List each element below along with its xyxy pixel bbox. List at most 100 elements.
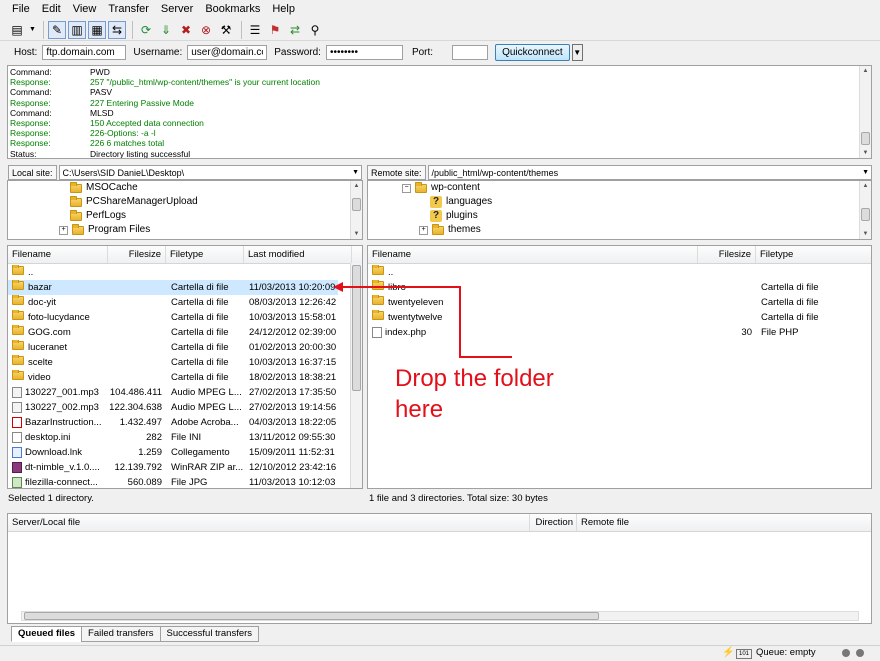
log-kind: Command: <box>10 107 52 118</box>
column-filename[interactable]: Filename <box>8 246 108 263</box>
queue-horizontal-scrollbar[interactable] <box>21 611 859 621</box>
menu-edit[interactable]: Edit <box>36 0 67 19</box>
tree-item[interactable]: ? plugins <box>430 209 478 223</box>
toggle-remote-tree-icon[interactable]: ▦ <box>88 20 106 39</box>
password-input[interactable] <box>325 44 403 60</box>
speed-limit-icon[interactable]: ⚡ <box>722 647 734 658</box>
tree-item[interactable]: MSOCache <box>70 181 138 195</box>
local-list-scrollbar[interactable] <box>350 263 362 488</box>
tree-item[interactable]: PerfLogs <box>70 209 126 223</box>
table-row[interactable]: twentyeleven Cartella di file <box>368 295 871 310</box>
log-scrollbar[interactable]: ▲ ▼ <box>859 66 871 158</box>
column-filetype[interactable]: Filetype <box>756 246 871 263</box>
column-remote-file[interactable]: Remote file <box>577 514 873 531</box>
menu-file[interactable]: File <box>0 0 36 19</box>
site-manager-icon[interactable]: ▤ <box>8 21 26 39</box>
toggle-local-tree-icon[interactable]: ▥ <box>68 20 86 39</box>
expand-icon[interactable]: + <box>59 225 68 235</box>
toggle-queue-icon[interactable]: ⇆ <box>108 20 126 39</box>
scroll-thumb[interactable] <box>352 265 361 391</box>
scroll-down-icon[interactable]: ▼ <box>351 229 362 239</box>
scroll-down-icon[interactable]: ▼ <box>860 148 871 158</box>
table-row[interactable]: BazarInstruction... 1.432.497 Adobe Acroba… <box>8 415 338 430</box>
menu-bookmarks[interactable]: Bookmarks <box>199 0 266 19</box>
compare-icon[interactable]: ⚑ <box>266 21 284 39</box>
column-server-local-file[interactable]: Server/Local file <box>8 514 530 531</box>
menu-transfer[interactable]: Transfer <box>102 0 155 19</box>
expand-icon[interactable]: + <box>419 225 428 235</box>
cell-filetype: Cartella di file <box>171 312 229 323</box>
collapse-icon[interactable]: − <box>402 183 411 193</box>
menu-server[interactable]: Server <box>155 0 199 19</box>
tree-item[interactable]: + themes <box>419 223 481 237</box>
table-row[interactable]: foto-lucydance Cartella di file 10/03/2013… <box>8 310 338 325</box>
table-row[interactable]: luceranet Cartella di file 01/02/2013 20:0… <box>8 340 338 355</box>
scroll-thumb[interactable] <box>861 208 870 221</box>
table-row[interactable]: .. <box>8 265 338 280</box>
process-queue-icon[interactable]: ⇓ <box>157 21 175 39</box>
tree-item[interactable]: + Program Files <box>59 223 150 237</box>
disconnect-icon[interactable]: ⊗ <box>197 21 215 39</box>
tab-failed-transfers[interactable]: Failed transfers <box>81 626 161 642</box>
table-row[interactable]: Download.lnk 1.259 Collegamento 15/09/2011 … <box>8 445 338 460</box>
tab-successful-transfers[interactable]: Successful transfers <box>159 626 260 642</box>
quickconnect-button[interactable]: Quickconnect <box>495 43 570 61</box>
tree-item[interactable]: − wp-content <box>402 181 480 195</box>
remote-path-input[interactable]: /public_html/wp-content/themes ▼ <box>427 165 872 180</box>
toggle-log-icon[interactable]: ✎ <box>48 20 66 39</box>
scroll-up-icon[interactable]: ▲ <box>860 66 871 76</box>
table-row[interactable]: .. <box>368 265 871 280</box>
scroll-up-icon[interactable]: ▲ <box>860 181 871 191</box>
table-row[interactable]: filezilla-connect... 560.089 File JPG 11/03… <box>8 475 338 488</box>
table-row[interactable]: scelte Cartella di file 10/03/2013 16:37:1… <box>8 355 338 370</box>
cancel-icon[interactable]: ✖ <box>177 21 195 39</box>
column-last-modified[interactable]: Last modified <box>244 246 352 263</box>
scroll-thumb[interactable] <box>24 612 599 620</box>
scroll-down-icon[interactable]: ▼ <box>860 229 871 239</box>
chevron-down-icon[interactable]: ▼ <box>352 166 359 180</box>
table-row[interactable]: index.php 30 File PHP <box>368 325 871 340</box>
port-input[interactable] <box>452 44 489 60</box>
table-row[interactable]: libro Cartella di file <box>368 280 871 295</box>
local-path-input[interactable]: C:\Users\SID DanieL\Desktop\ ▼ <box>58 165 362 180</box>
column-filetype[interactable]: Filetype <box>166 246 244 263</box>
menu-help[interactable]: Help <box>266 0 301 19</box>
menu-view[interactable]: View <box>67 0 103 19</box>
status-bar: ⚡ 101 Queue: empty <box>0 645 880 661</box>
tree-item[interactable]: ? languages <box>430 195 492 209</box>
table-row[interactable]: GOG.com Cartella di file 24/12/2012 02:39:… <box>8 325 338 340</box>
table-row[interactable]: 130227_001.mp3 104.486.411 Audio MPEG L...… <box>8 385 338 400</box>
username-input[interactable] <box>187 44 268 60</box>
dropdown-arrow-icon[interactable]: ▼ <box>28 21 37 39</box>
tree-item[interactable]: PCShareManagerUpload <box>70 195 198 209</box>
table-row[interactable]: dt-nimble_v.1.0.... 12.139.792 WinRAR ZIP … <box>8 460 338 475</box>
toolbar-separator <box>43 20 44 39</box>
tab-queued-files[interactable]: Queued files <box>11 626 83 642</box>
table-row[interactable]: doc-yit Cartella di file 08/03/2013 12:26:… <box>8 295 338 310</box>
scroll-up-icon[interactable]: ▲ <box>351 181 362 191</box>
table-row[interactable]: 130227_002.mp3 122.304.638 Audio MPEG L...… <box>8 400 338 415</box>
reconnect-icon[interactable]: ⚒ <box>217 21 235 39</box>
local-tree-scrollbar[interactable]: ▲ ▼ <box>350 181 362 239</box>
chevron-down-icon[interactable]: ▼ <box>862 166 869 180</box>
scroll-thumb[interactable] <box>352 198 361 211</box>
column-direction[interactable]: Direction <box>530 514 577 531</box>
cell-filename: filezilla-connect... <box>12 475 108 488</box>
sync-browse-icon[interactable]: ⇄ <box>286 21 304 39</box>
column-filesize[interactable]: Filesize <box>698 246 756 263</box>
table-row[interactable]: video Cartella di file 18/02/2013 18:38:21 <box>8 370 338 385</box>
quickconnect-dropdown-icon[interactable]: ▼ <box>571 43 583 61</box>
search-icon[interactable]: ⚲ <box>306 21 324 39</box>
host-input[interactable] <box>42 44 127 60</box>
table-row[interactable]: desktop.ini 282 File INI 13/11/2012 09:55:3… <box>8 430 338 445</box>
filter-icon[interactable]: ☰ <box>246 21 264 39</box>
column-filename[interactable]: Filename <box>368 246 698 263</box>
cell-filesize: 1.259 <box>138 447 162 458</box>
refresh-icon[interactable]: ⟳ <box>137 21 155 39</box>
column-filesize[interactable]: Filesize <box>108 246 166 263</box>
scroll-thumb[interactable] <box>861 132 870 145</box>
remote-tree-scrollbar[interactable]: ▲ ▼ <box>859 181 871 239</box>
table-row[interactable]: bazar Cartella di file 11/03/2013 10:20:09 <box>8 280 338 295</box>
table-row[interactable]: twentytwelve Cartella di file <box>368 310 871 325</box>
cell-last-modified: 11/03/2013 10:20:09 <box>249 282 336 293</box>
